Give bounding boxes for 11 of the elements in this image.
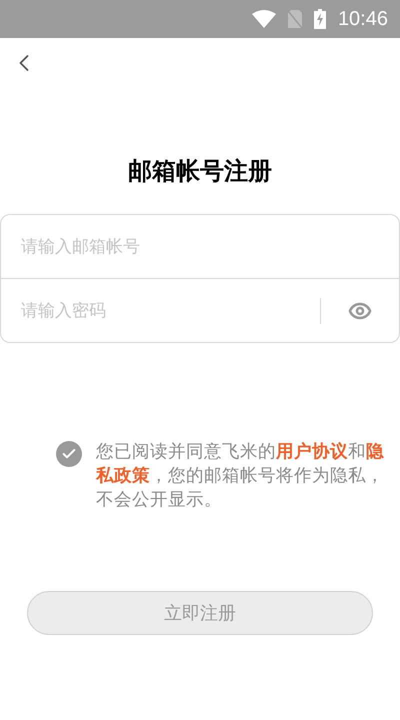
status-time: 10:46: [338, 7, 388, 32]
wifi-icon: [252, 10, 276, 28]
password-input[interactable]: 请输入密码: [1, 279, 320, 342]
no-sim-icon: [288, 10, 302, 28]
agreement-text: 您已阅读并同意飞米的用户协议和隐私政策，您的邮箱帐号将作为隐私，不会公开显示。: [96, 440, 385, 511]
agree-checkbox[interactable]: [56, 441, 82, 467]
battery-charging-icon: [314, 9, 326, 29]
page-title: 邮箱帐号注册: [128, 157, 272, 187]
password-field[interactable]: 请输入密码: [0, 279, 400, 343]
register-button[interactable]: 立即注册: [27, 591, 373, 635]
email-input[interactable]: 请输入邮箱帐号: [1, 215, 399, 278]
